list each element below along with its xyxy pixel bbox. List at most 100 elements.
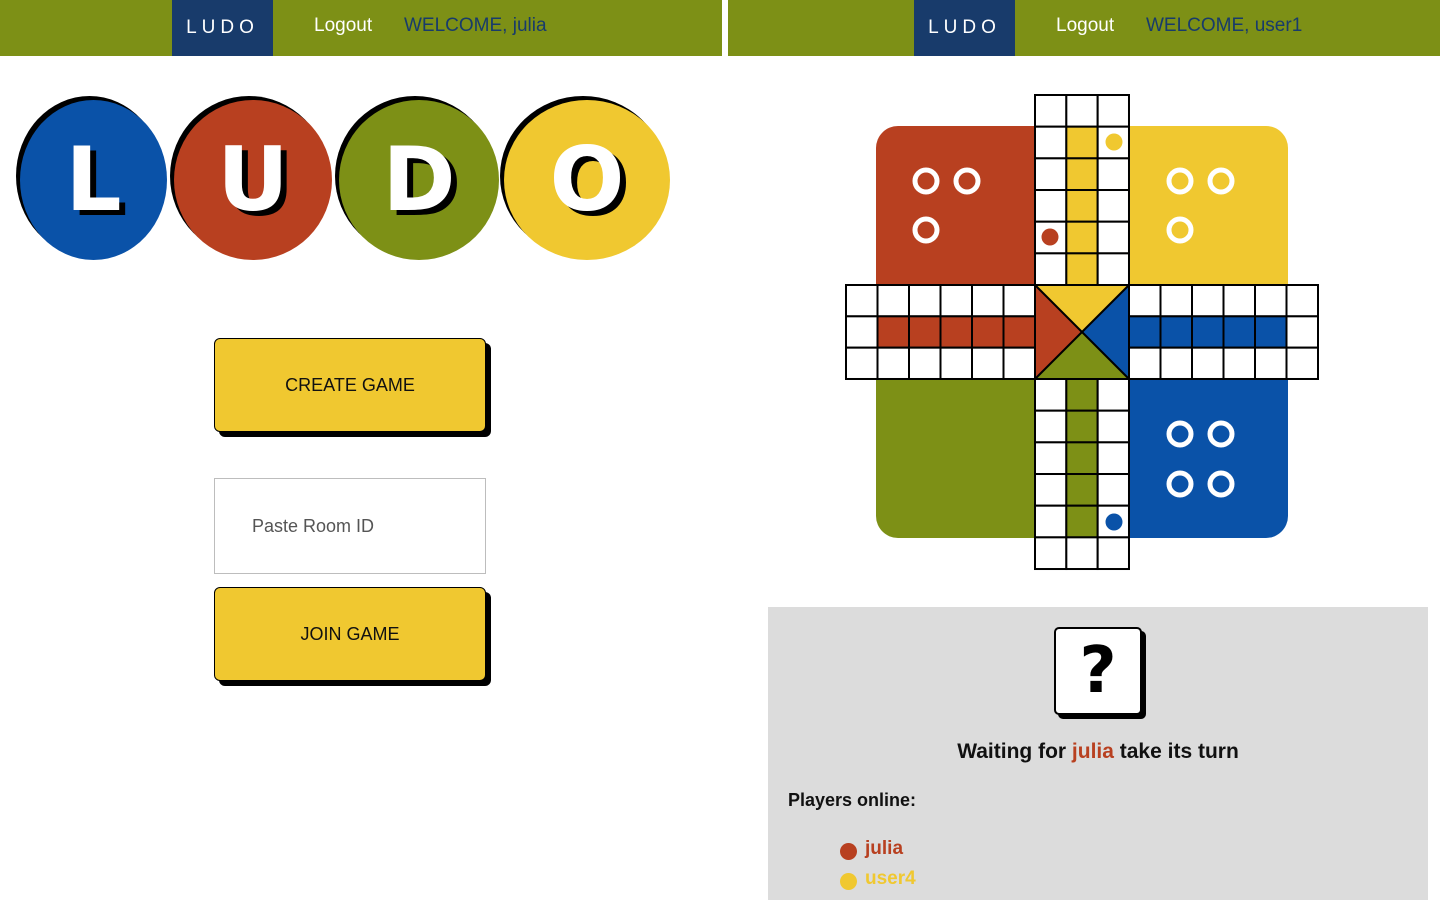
board-cell [1065, 94, 1099, 128]
board-cell [1034, 409, 1068, 444]
logo-letter-l: L [65, 128, 122, 231]
ludo-board[interactable] [728, 0, 1440, 600]
board-cell [1034, 536, 1068, 571]
board-cell [1034, 504, 1068, 539]
board-cell [845, 346, 879, 380]
board-cell [908, 315, 942, 349]
board-cell [845, 315, 879, 349]
board-cell [1159, 284, 1193, 318]
board-cell [939, 346, 973, 380]
board-cell [1254, 346, 1288, 380]
board-cell [845, 284, 879, 318]
board-cell [1034, 189, 1068, 223]
home-yellow [1129, 126, 1288, 285]
board-cell [1065, 473, 1099, 507]
board-cell [939, 284, 973, 318]
board-cell [1285, 284, 1319, 318]
board-cell [1128, 346, 1162, 380]
logo-circle-o: O [504, 100, 670, 260]
track-piece-blue[interactable] [1105, 513, 1123, 531]
board-cell [1065, 125, 1099, 160]
players-online-title: Players online: [788, 790, 917, 810]
board-cell [1254, 315, 1288, 349]
player-name: user4 [865, 868, 916, 889]
ludo-logo: L U D O [0, 0, 722, 300]
home-green [876, 379, 1035, 538]
board-cell [939, 315, 973, 349]
board-cell [1096, 94, 1130, 128]
board-cell [1096, 252, 1130, 287]
board-cell [1065, 220, 1099, 255]
board-cell [1128, 315, 1162, 349]
board-cell [1034, 252, 1068, 287]
board-cell [1096, 409, 1130, 444]
board-cell [1034, 441, 1068, 476]
board-cell [1034, 473, 1068, 507]
board-cell [1034, 94, 1068, 128]
track-piece-yellow[interactable] [1105, 133, 1123, 151]
board-cell [971, 346, 1005, 380]
logo-circle-u: U [174, 100, 332, 260]
board-cell [1096, 378, 1130, 412]
board-cell [1065, 157, 1099, 192]
logo-letter-o: O [549, 128, 625, 231]
board-cell [1159, 315, 1193, 349]
board-cell [1034, 378, 1068, 412]
board-cell [1065, 409, 1099, 444]
board-cell [1002, 346, 1036, 380]
board-cell [1065, 189, 1099, 223]
logo-circle-l: L [20, 100, 167, 260]
logo-letter-u: U [217, 128, 289, 231]
turn-prefix: Waiting for [957, 740, 1072, 763]
logo-letter-d: D [382, 128, 456, 231]
room-id-input[interactable] [214, 478, 486, 574]
board-cell [1065, 378, 1099, 412]
board-cell [1254, 284, 1288, 318]
board-cell [971, 284, 1005, 318]
board-cell [1002, 315, 1036, 349]
home-blue [1129, 379, 1288, 538]
dice-question-icon: ? [1079, 634, 1117, 708]
board-cell [1096, 536, 1130, 571]
dice-button[interactable]: ? [1054, 627, 1142, 715]
board-cell [1096, 441, 1130, 476]
turn-suffix: take its turn [1113, 740, 1239, 763]
board-cell [1096, 220, 1130, 255]
board-cell [1191, 315, 1225, 349]
board-cell [908, 284, 942, 318]
board-cell [1285, 346, 1319, 380]
player-list: julia user4 [840, 834, 916, 894]
board-cell [1159, 346, 1193, 380]
join-game-button[interactable]: JOIN GAME [214, 587, 486, 681]
board-cell [1034, 125, 1068, 160]
player-item: julia [840, 834, 916, 864]
create-game-button[interactable]: CREATE GAME [214, 338, 486, 432]
track-piece-red[interactable] [1041, 228, 1059, 246]
board-cell [1222, 284, 1256, 318]
board-cell [1128, 284, 1162, 318]
status-panel: ? Waiting for julia take its turn Player… [768, 607, 1428, 900]
board-cell [1065, 441, 1099, 476]
game-panel: LUDO Logout WELCOME, user1 ? Waiting for… [728, 0, 1440, 900]
board-cell [876, 315, 910, 349]
lobby-panel: LUDO Logout WELCOME, julia L U D O CREAT… [0, 0, 722, 900]
board-cell [1222, 315, 1256, 349]
board-cell [1065, 536, 1099, 571]
board-cell [1285, 315, 1319, 349]
home-red [876, 126, 1035, 285]
board-cell [908, 346, 942, 380]
board-cell [1034, 157, 1068, 192]
player-item: user4 [840, 864, 916, 894]
board-cell [1002, 284, 1036, 318]
board-cell [1096, 157, 1130, 192]
board-cell [1065, 252, 1099, 287]
board-cell [971, 315, 1005, 349]
board-cell [1191, 284, 1225, 318]
board-cell [876, 346, 910, 380]
player-name: julia [865, 838, 904, 859]
board-cell [1191, 346, 1225, 380]
logo-circle-d: D [339, 100, 499, 260]
player-color-dot [840, 872, 857, 890]
board-cell [1065, 504, 1099, 539]
board-cell [876, 284, 910, 318]
